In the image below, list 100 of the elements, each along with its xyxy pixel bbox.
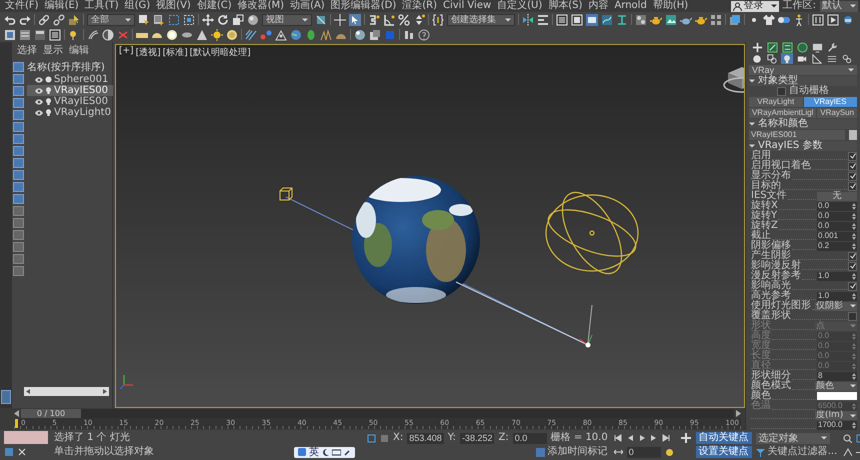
scene-item[interactable]: VRayLight0: [27, 107, 113, 118]
ime-toolbar[interactable]: 英: [294, 446, 355, 458]
menu-item[interactable]: 创建(C): [194, 0, 235, 12]
spinner-field[interactable]: 0.0: [817, 222, 857, 231]
script-listener-field[interactable]: [4, 431, 48, 444]
wrench-icon[interactable]: [344, 448, 351, 456]
eye-icon[interactable]: [35, 110, 43, 116]
globe-icon[interactable]: [290, 28, 302, 40]
sphere-icon[interactable]: [247, 14, 259, 26]
coordinate-field[interactable]: -38.252: [460, 432, 494, 444]
spinner-field[interactable]: 0.001: [817, 232, 857, 241]
figure-icon[interactable]: [793, 14, 805, 26]
category-tab[interactable]: [751, 53, 763, 64]
redo-icon[interactable]: [19, 14, 31, 26]
bars-icon[interactable]: [403, 28, 415, 40]
dropdown[interactable]: 仅阴影: [815, 302, 857, 311]
create-tab[interactable]: [751, 42, 763, 53]
material-ball-icon[interactable]: [354, 28, 366, 40]
horizontal-scrollbar[interactable]: [24, 387, 109, 396]
category-tab[interactable]: [841, 53, 853, 64]
spinner-arrows-icon[interactable]: [852, 222, 856, 230]
next-frame-icon[interactable]: [650, 434, 658, 442]
name-field[interactable]: VRayIES001: [749, 130, 845, 140]
percent-icon[interactable]: [398, 14, 410, 26]
object-type-button[interactable]: VRayLight: [749, 97, 802, 107]
viewport-label[interactable]: [默认明暗处理]: [190, 46, 251, 59]
rotate-icon[interactable]: [217, 14, 229, 26]
account-dropdown[interactable]: 登录: [730, 0, 779, 12]
menu-item[interactable]: 编辑(E): [42, 0, 82, 12]
scroll-left-icon[interactable]: [26, 389, 30, 394]
bone-icon[interactable]: [117, 28, 129, 40]
stripes-icon[interactable]: [245, 28, 257, 40]
coordinate-field[interactable]: 853.408: [407, 432, 444, 444]
schematic-icon[interactable]: [616, 14, 628, 26]
play-frame-icon[interactable]: [827, 14, 839, 26]
object-type-button[interactable]: VRayAmbientLigl: [749, 108, 816, 118]
hair-icon[interactable]: [87, 28, 99, 40]
checkbox[interactable]: [848, 262, 857, 271]
undo-icon[interactable]: [4, 14, 16, 26]
go-to-start-icon[interactable]: [614, 434, 622, 442]
image-stack-icon[interactable]: [369, 28, 381, 40]
coordinate-field[interactable]: 0.0: [512, 432, 547, 444]
add-time-tag-button[interactable]: 添加时间标记: [536, 445, 608, 459]
crosshair-icon[interactable]: [334, 14, 346, 26]
checkbox[interactable]: [848, 312, 857, 321]
dome-light-icon[interactable]: [226, 28, 238, 40]
menu-item[interactable]: 图形编辑器(D): [328, 0, 400, 12]
checkbox[interactable]: [848, 182, 857, 191]
viewcube-icon[interactable]: [723, 67, 744, 93]
spinner-field[interactable]: 1.0: [817, 272, 857, 281]
utilities-tab[interactable]: [826, 42, 838, 53]
leaf-icon[interactable]: [305, 28, 317, 40]
dashed-rectangle-icon[interactable]: [168, 14, 180, 26]
dropdown[interactable]: 创建选择集: [447, 14, 515, 26]
layer-explorer-icon[interactable]: [34, 28, 46, 40]
checkbox[interactable]: [777, 86, 786, 96]
spinner-field[interactable]: 1.0: [817, 292, 857, 301]
spinner-arrows-icon[interactable]: [852, 272, 856, 280]
category-tab[interactable]: [766, 53, 778, 64]
dropdown[interactable]: 颜色: [815, 382, 857, 391]
eye-icon[interactable]: [35, 76, 43, 82]
motion-tab[interactable]: [796, 42, 808, 53]
light-target-drawing[interactable]: [580, 304, 592, 348]
viewport-label[interactable]: [透视]: [136, 46, 161, 59]
selection-lock-icon[interactable]: [367, 434, 376, 442]
eye-icon[interactable]: [35, 98, 43, 104]
help-icon[interactable]: [418, 28, 430, 40]
dropdown[interactable]: 度(lm): [815, 411, 857, 420]
listener-icon[interactable]: [4, 447, 14, 457]
checkbox[interactable]: [848, 172, 857, 181]
key-mode-icon[interactable]: [614, 448, 623, 456]
align-icon[interactable]: [537, 14, 549, 26]
modify-tab[interactable]: [766, 42, 778, 53]
auto-key-button[interactable]: 自动关键点: [696, 432, 752, 444]
keyboard-icon[interactable]: [332, 448, 341, 456]
named-selection-icon[interactable]: [432, 14, 444, 26]
explorer-tab[interactable]: 选择: [16, 45, 38, 57]
light-gizmo-drawing[interactable]: [545, 192, 639, 274]
frame-field[interactable]: 0: [626, 446, 661, 458]
panel-icon[interactable]: [586, 14, 598, 26]
eye-icon[interactable]: [35, 88, 43, 94]
spinner-arrows-icon[interactable]: [852, 372, 856, 380]
checkbox[interactable]: [848, 282, 857, 291]
spinner-snap-icon[interactable]: [413, 14, 425, 26]
display-tab[interactable]: [811, 42, 823, 53]
fur-icon[interactable]: [320, 28, 332, 40]
scene-item[interactable]: VRayIES00: [27, 85, 113, 96]
key-target-dropdown[interactable]: 选定对象: [756, 432, 830, 444]
chain-link-icon[interactable]: [38, 14, 50, 26]
scene-explorer-icon[interactable]: [19, 28, 31, 40]
category-tab[interactable]: [826, 53, 838, 64]
previous-frame-icon[interactable]: [626, 434, 634, 442]
document-icon[interactable]: [4, 28, 16, 40]
color-swatch[interactable]: [817, 392, 857, 400]
viewport-label[interactable]: [标准]: [162, 46, 188, 59]
scroll-right-icon[interactable]: [103, 389, 107, 394]
rollout-header[interactable]: 名称和颜色: [749, 119, 857, 129]
mirror-icon[interactable]: [522, 14, 534, 26]
menu-item[interactable]: Arnold: [611, 0, 650, 12]
explorer-tab[interactable]: 编辑: [68, 45, 90, 57]
